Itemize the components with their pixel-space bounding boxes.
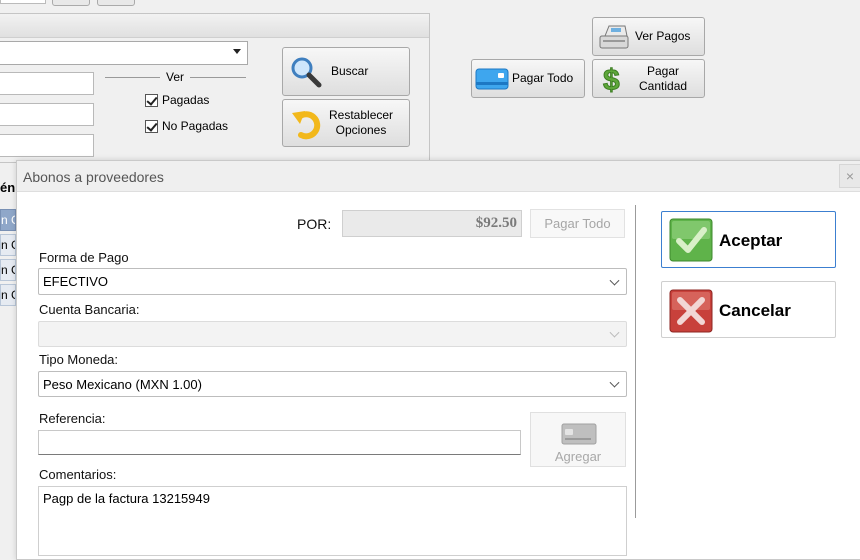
agregar-label: Agregar (554, 449, 602, 464)
aceptar-button[interactable]: Aceptar (661, 211, 836, 268)
dialog-pagar-todo-label: Pagar Todo (544, 216, 611, 231)
pagar-cantidad-button[interactable]: $ Pagar Cantidad (592, 59, 705, 98)
no-pagadas-label: No Pagadas (162, 119, 229, 133)
comentarios-label: Comentarios: (39, 467, 117, 482)
forma-pago-label: Forma de Pago (39, 250, 129, 265)
pagadas-label: Pagadas (162, 93, 210, 107)
filter-field-3[interactable] (0, 134, 94, 157)
cuenta-bancaria-select[interactable] (38, 321, 627, 347)
credit-card-icon (475, 68, 509, 89)
pagar-todo-button[interactable]: Pagar Todo (471, 59, 585, 98)
forma-pago-select[interactable]: EFECTIVO (38, 268, 627, 295)
cancelar-label: Cancelar (719, 301, 791, 320)
toolbar-field-fragment[interactable] (0, 0, 46, 4)
dialog-title: Abonos a proveedores (23, 169, 164, 185)
pagar-cantidad-label: Pagar Cantidad (639, 64, 687, 94)
close-icon: × (845, 168, 855, 184)
chevron-down-icon (609, 275, 620, 286)
por-amount-field: $92.50 (342, 210, 522, 237)
svg-text:$: $ (603, 64, 620, 94)
checkmark-icon (669, 218, 713, 262)
buscar-button[interactable]: Buscar (282, 47, 410, 96)
dialog-titlebar[interactable]: Abonos a proveedores × (17, 161, 860, 192)
pagar-cantidad-line2: Cantidad (639, 78, 688, 93)
grid-row[interactable]: n Ge (0, 209, 16, 231)
restablecer-opciones-button[interactable]: Restablecer Opciones (282, 99, 410, 147)
filter-field-1[interactable] (0, 72, 94, 95)
referencia-label: Referencia: (39, 411, 106, 426)
filter-panel-header (0, 14, 429, 38)
top-toolbar-fragment (0, 0, 140, 8)
tipo-moneda-value: Peso Mexicano (MXN 1.00) (43, 376, 202, 392)
por-label: POR: (297, 216, 332, 232)
por-amount-value: $92.50 (475, 215, 517, 231)
grid-row[interactable]: n Ge (0, 259, 16, 281)
chevron-down-icon (609, 327, 620, 338)
dialog-separator (635, 205, 636, 518)
grid-row[interactable]: n Ge (0, 234, 16, 256)
tipo-moneda-label: Tipo Moneda: (39, 352, 119, 367)
pagar-todo-label: Pagar Todo (512, 71, 574, 85)
pagar-cantidad-line1: Pagar (647, 63, 680, 78)
chevron-down-icon (609, 377, 620, 388)
tipo-moneda-select[interactable]: Peso Mexicano (MXN 1.00) (38, 371, 627, 397)
buscar-label: Buscar (331, 64, 369, 78)
filter-field-2[interactable] (0, 103, 94, 126)
chevron-down-icon (233, 49, 241, 54)
filter-combo[interactable] (0, 41, 248, 65)
comentarios-value: Pagp de la factura 13215949 (43, 491, 210, 506)
ver-pagos-label: Ver Pagos (635, 29, 691, 43)
comentarios-textarea[interactable]: Pagp de la factura 13215949 (38, 486, 627, 556)
grid-header-fragment: én (0, 180, 16, 195)
agregar-button[interactable]: Agregar (530, 412, 626, 467)
ver-group-line-left (105, 77, 160, 78)
forma-pago-value: EFECTIVO (43, 274, 109, 289)
restablecer-label-line2: Opciones (335, 123, 387, 137)
ver-pagos-button[interactable]: Ver Pagos (592, 17, 705, 56)
cash-register-icon (599, 25, 629, 48)
grid-row[interactable]: n Ge (0, 284, 16, 306)
checkbox-check-icon (145, 93, 158, 107)
ver-group-label: Ver (166, 70, 185, 84)
ver-group-line-right (190, 77, 246, 78)
magnifier-icon (291, 57, 322, 87)
cuenta-bancaria-label: Cuenta Bancaria: (39, 302, 140, 317)
no-pagadas-checkbox[interactable]: No Pagadas (145, 119, 228, 133)
cancelar-button[interactable]: Cancelar (661, 281, 836, 338)
dollar-sign-icon: $ (603, 64, 621, 94)
dialog-pagar-todo-button[interactable]: Pagar Todo (530, 209, 625, 238)
undo-arrow-icon (292, 111, 321, 140)
restablecer-label-line1: Restablecer (329, 108, 394, 122)
close-button[interactable]: × (839, 164, 860, 188)
toolbar-button-fragment[interactable] (52, 0, 90, 6)
checkbox-check-icon (145, 119, 158, 133)
pagadas-checkbox[interactable]: Pagadas (145, 93, 209, 107)
toolbar-button-fragment[interactable] (97, 0, 135, 6)
x-cancel-icon (669, 289, 713, 333)
restablecer-label: Restablecer Opciones (329, 108, 393, 138)
card-icon (561, 423, 597, 445)
aceptar-label: Aceptar (719, 231, 783, 250)
referencia-input[interactable] (38, 430, 521, 455)
